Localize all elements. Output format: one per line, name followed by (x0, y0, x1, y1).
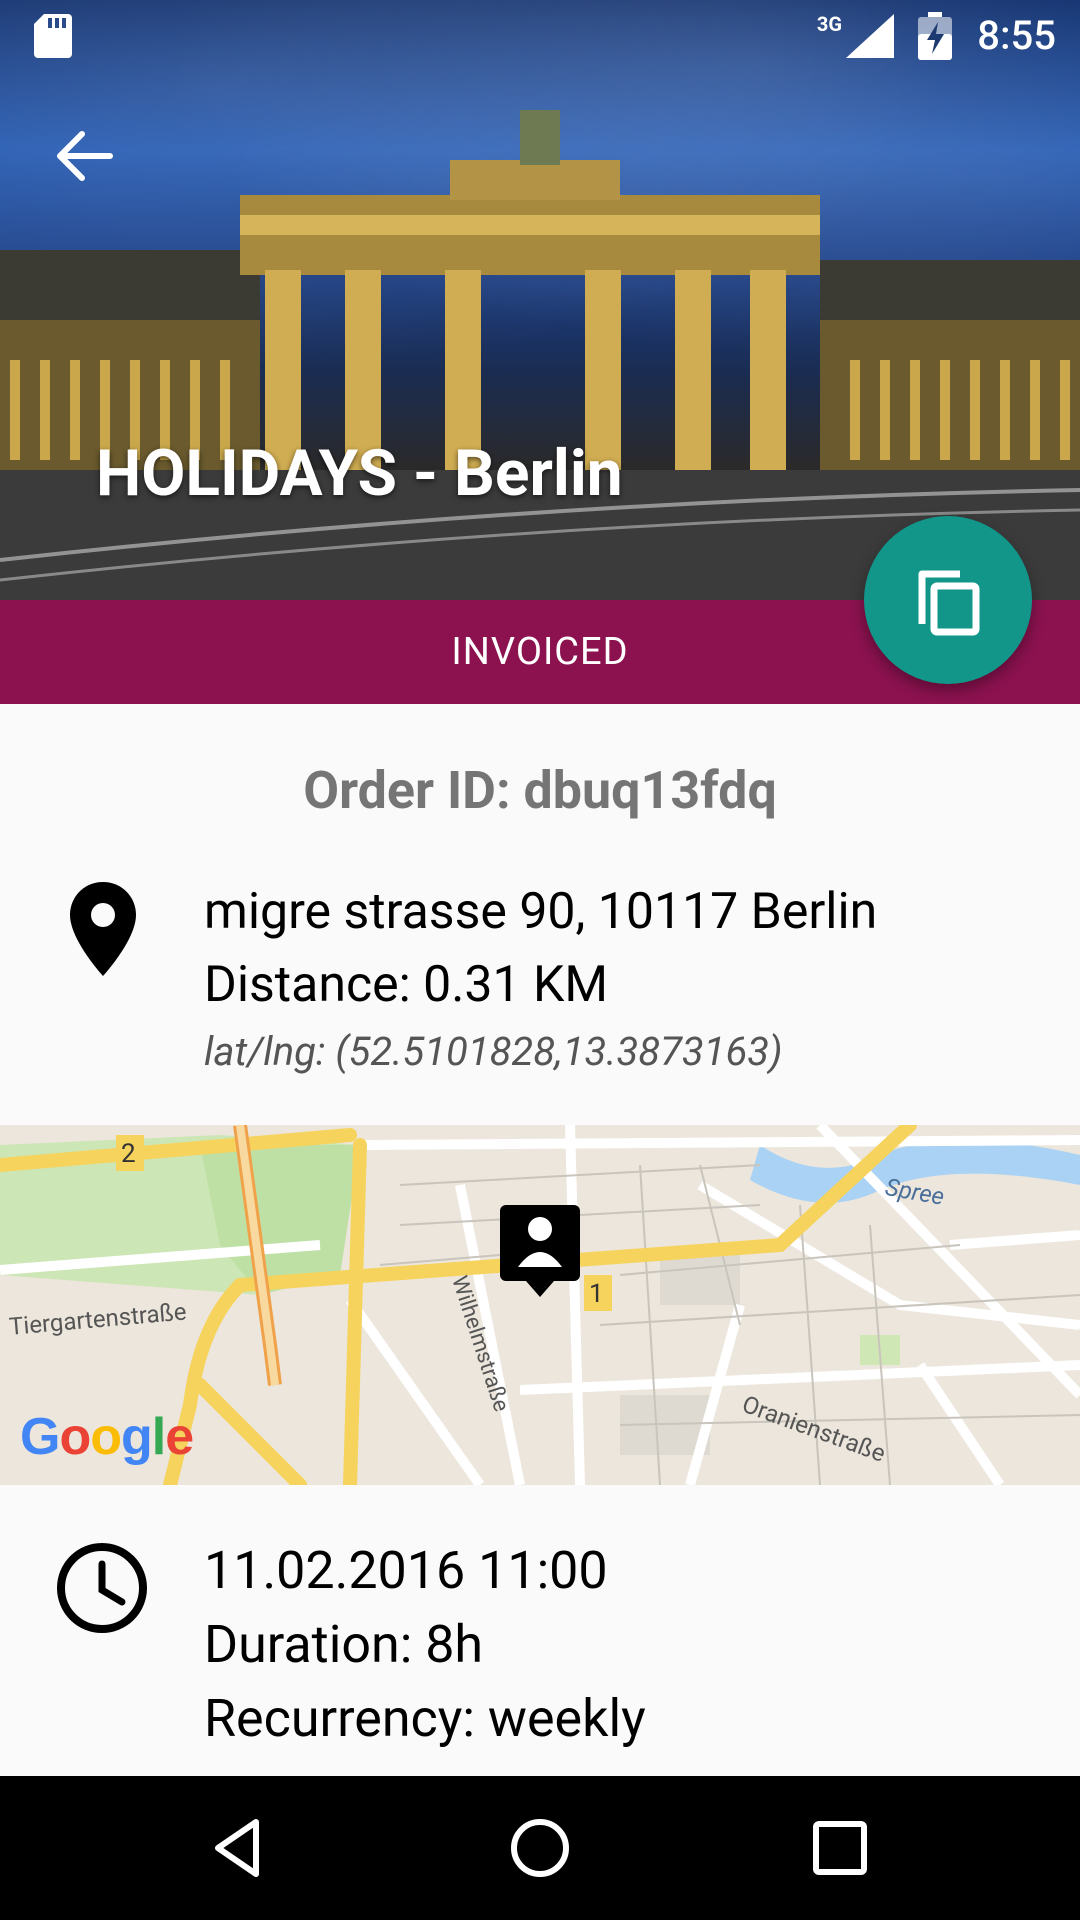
signal-icon (846, 14, 894, 58)
google-logo: Google (20, 1408, 194, 1466)
nav-back-icon[interactable] (208, 1816, 272, 1880)
route-number-2: 2 (121, 1139, 136, 1169)
location-pin-icon (70, 882, 136, 976)
location-map[interactable]: 2 1 Tiergartenstraße Wilhelmstraße Orani… (0, 1125, 1080, 1485)
status-time: 8:55 (977, 12, 1056, 59)
address-latlng: lat/lng: (52.5101828,13.3873163) (204, 1028, 783, 1075)
nav-home-icon[interactable] (508, 1816, 572, 1880)
network-type-label: 3G (816, 12, 842, 36)
schedule-duration: Duration: 8h (204, 1614, 484, 1675)
clock-icon (57, 1543, 147, 1633)
page-title: HOLIDAYS - Berlin (96, 436, 623, 511)
status-bar: 3G 8:55 (0, 0, 1080, 72)
schedule-datetime: 11.02.2016 11:00 (204, 1540, 608, 1601)
sd-card-icon (34, 14, 72, 58)
hero-image: 3G 8:55 HOLIDAYS - Berlin (0, 0, 1080, 600)
route-number-1: 1 (589, 1279, 604, 1309)
copy-icon (918, 570, 980, 636)
nav-recent-apps-icon[interactable] (810, 1818, 870, 1878)
status-label: INVOICED (451, 630, 629, 674)
battery-charging-icon (918, 12, 952, 60)
schedule-recurrency: Recurrency: weekly (204, 1688, 646, 1749)
address-street: migre strasse 90, 10117 Berlin (204, 883, 878, 941)
copy-button[interactable] (864, 516, 1032, 684)
order-id: Order ID: dbuq13fdq (303, 760, 777, 821)
system-nav-bar (0, 1776, 1080, 1920)
back-arrow-icon[interactable] (52, 124, 116, 188)
address-distance: Distance: 0.31 KM (204, 956, 609, 1014)
